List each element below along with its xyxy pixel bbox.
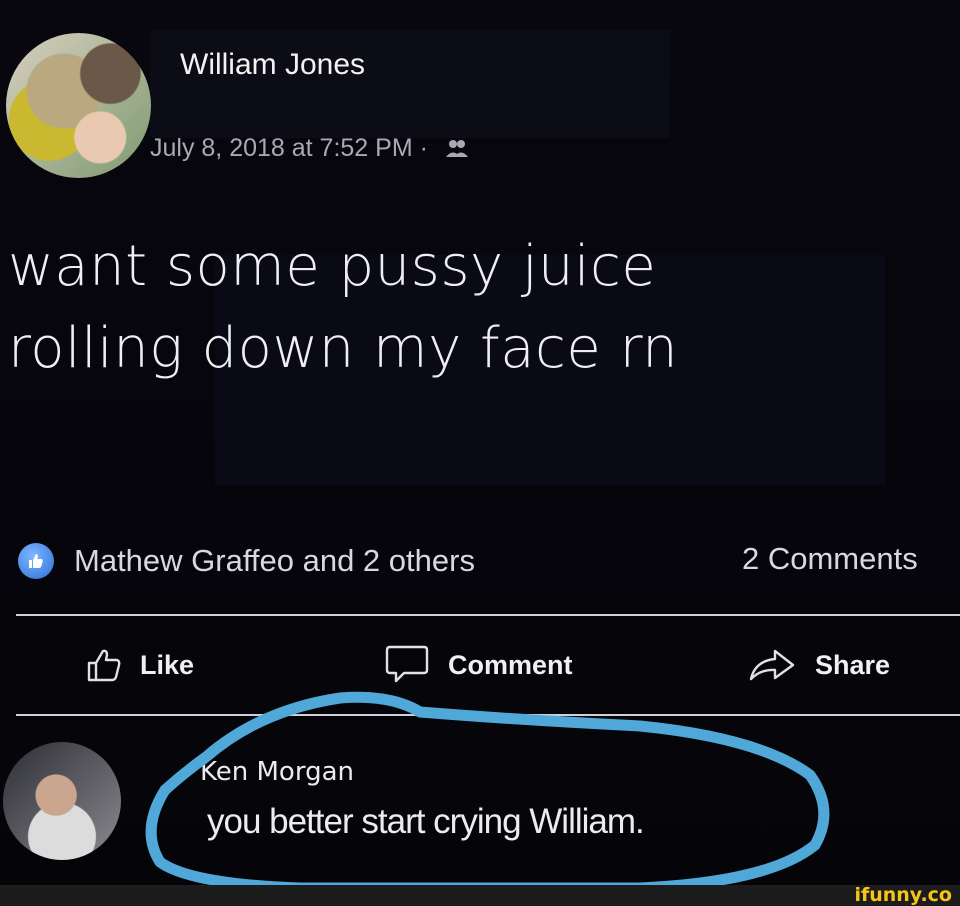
author-avatar[interactable] [6, 33, 151, 178]
divider-bottom [16, 714, 960, 716]
speech-bubble-icon [385, 645, 429, 683]
like-button[interactable]: Like [86, 640, 194, 690]
share-label: Share [815, 649, 891, 680]
post-text-line-1: want some pussy juice [8, 234, 657, 299]
action-bar: Like Comment Share [0, 640, 960, 690]
like-icon [18, 543, 54, 579]
commenter-avatar[interactable] [3, 742, 121, 860]
friends-icon [445, 140, 468, 157]
commenter-name[interactable]: Ken Morgan [200, 757, 354, 787]
post-timestamp[interactable]: July 8, 2018 at 7:52 PM · [150, 134, 428, 162]
share-button[interactable]: Share [747, 640, 890, 690]
comments-count[interactable]: 2 Comments [742, 541, 918, 577]
reactions-text: Mathew Graffeo and 2 others [74, 543, 475, 578]
ifunny-watermark: ifunny.co [854, 884, 952, 906]
author-name[interactable]: William Jones [180, 48, 365, 82]
share-arrow-icon [749, 649, 795, 681]
divider-top [16, 614, 960, 616]
post-meta: July 8, 2018 at 7:52 PM · [150, 134, 469, 163]
footer-bar: ifunny.co [0, 885, 960, 906]
comment-button[interactable]: Comment [384, 640, 573, 690]
comment-label: Comment [448, 649, 573, 680]
comment-text: you better start crying William. [207, 802, 645, 841]
post-text-line-2: rolling down my face rn [8, 316, 679, 381]
post-text: want some pussy juice rolling down my fa… [8, 226, 908, 390]
reactions-summary[interactable]: Mathew Graffeo and 2 others [18, 541, 475, 581]
header-background [150, 30, 670, 138]
like-label: Like [140, 649, 195, 680]
thumbs-up-icon [87, 649, 121, 682]
